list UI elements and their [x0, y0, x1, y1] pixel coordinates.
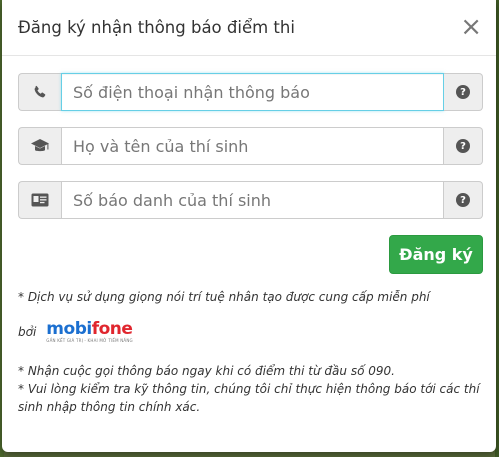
modal-header: Đăng ký nhận thông báo điểm thi × [2, 0, 496, 56]
help-icon: ? [456, 85, 470, 99]
modal-title: Đăng ký nhận thông báo điểm thi [18, 18, 295, 37]
provider-prefix: bởi [18, 325, 37, 339]
graduation-cap-icon [18, 127, 61, 165]
bottom-notes: * Nhận cuộc gọi thông báo ngay khi có đi… [18, 362, 483, 416]
phone-input[interactable] [61, 73, 444, 111]
logo-tagline: GẮN KẾT GIÁ TRỊ - KHAI MỞ TIỀM NĂNG [46, 338, 133, 343]
id-number-help-button[interactable]: ? [444, 181, 483, 219]
phone-help-button[interactable]: ? [444, 73, 483, 111]
id-number-input-group: ? [18, 181, 483, 219]
provider-row: bởi mobifone GẮN KẾT GIÁ TRỊ - KHAI MỞ T… [18, 320, 483, 344]
close-button[interactable]: × [460, 14, 482, 42]
subscribe-modal: Đăng ký nhận thông báo điểm thi × ? ? [2, 0, 496, 452]
register-button[interactable]: Đăng ký [389, 235, 483, 274]
verify-note: * Vui lòng kiểm tra kỹ thông tin, chúng … [18, 382, 480, 414]
id-number-input[interactable] [61, 181, 444, 219]
call-note: * Nhận cuộc gọi thông báo ngay khi có đi… [18, 364, 395, 378]
name-help-button[interactable]: ? [444, 127, 483, 165]
phone-icon [18, 73, 61, 111]
logo-part-fone: fone [91, 319, 133, 339]
modal-body: ? ? ? Đăng ký * Dịch vụ sử dụng giọng nó [2, 56, 496, 416]
name-input-group: ? [18, 127, 483, 165]
id-card-icon [18, 181, 61, 219]
phone-input-group: ? [18, 73, 483, 111]
mobifone-logo: mobifone GẮN KẾT GIÁ TRỊ - KHAI MỞ TIỀM … [46, 321, 133, 343]
name-input[interactable] [61, 127, 444, 165]
help-icon: ? [456, 139, 470, 153]
help-icon: ? [456, 193, 470, 207]
logo-part-mobi: mobi [46, 319, 92, 339]
form-actions: Đăng ký [18, 235, 483, 274]
ai-voice-note: * Dịch vụ sử dụng giọng nói trí tuệ nhân… [18, 290, 430, 304]
